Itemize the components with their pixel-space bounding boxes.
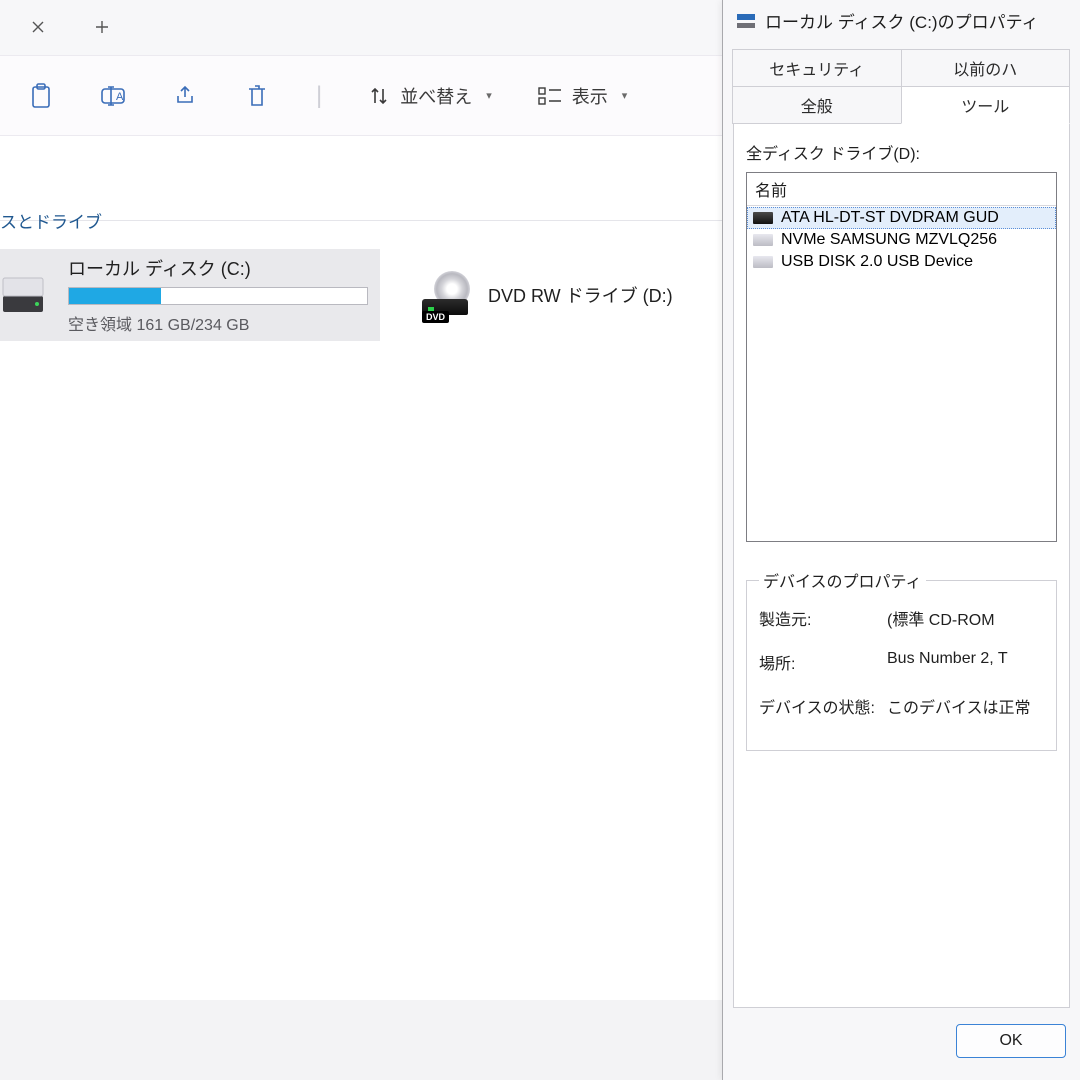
tab-panel: 全ディスク ドライブ(D): 名前 ATA HL-DT-ST DVDRAM GU… xyxy=(733,124,1070,1008)
drive-mini-icon xyxy=(753,256,773,268)
sort-icon xyxy=(368,85,390,107)
dialog-buttons: OK xyxy=(723,1008,1080,1080)
drive-free-space: 空き領域 161 GB/234 GB xyxy=(68,311,368,335)
paste-icon[interactable] xyxy=(28,83,54,109)
chevron-down-icon: ▾ xyxy=(622,89,628,102)
tab-general[interactable]: 全般 xyxy=(732,86,902,124)
drive-name: DVD RW ドライブ (D:) xyxy=(488,282,673,308)
list-item-label: NVMe SAMSUNG MZVLQ256 xyxy=(781,231,997,249)
status-row: デバイスの状態: このデバイスは正常 xyxy=(759,694,1044,718)
device-properties-group: デバイスのプロパティ 製造元: (標準 CD-ROM 場所: Bus Numbe… xyxy=(746,568,1057,751)
drive-icon xyxy=(737,14,755,28)
manufacturer-value: (標準 CD-ROM xyxy=(887,606,1044,630)
dvd-drive-icon: DVD xyxy=(420,269,472,321)
dialog-title: ローカル ディスク (C:)のプロパティ xyxy=(765,8,1039,33)
group-title: デバイスのプロパティ xyxy=(759,568,926,592)
share-icon[interactable] xyxy=(172,83,198,109)
svg-text:A: A xyxy=(116,91,124,103)
dialog-tabs: セキュリティ 以前のハ 全般 ツール xyxy=(723,39,1080,124)
tab-previous-versions[interactable]: 以前のハ xyxy=(901,49,1071,87)
view-label: 表示 xyxy=(572,83,608,109)
sort-label: 並べ替え xyxy=(400,83,472,109)
device-listbox[interactable]: 名前 ATA HL-DT-ST DVDRAM GUD NVMe SAMSUNG … xyxy=(746,172,1057,542)
delete-icon[interactable] xyxy=(244,83,270,109)
status-value: このデバイスは正常 xyxy=(887,694,1044,718)
list-item[interactable]: USB DISK 2.0 USB Device xyxy=(747,251,1056,273)
status-key: デバイスの状態: xyxy=(759,694,887,718)
drive-local-disk-c[interactable]: ローカル ディスク (C:) 空き領域 161 GB/234 GB xyxy=(0,249,380,341)
hard-drive-icon xyxy=(0,269,52,321)
list-item[interactable]: NVMe SAMSUNG MZVLQ256 xyxy=(747,229,1056,251)
chevron-down-icon: ▾ xyxy=(486,89,492,102)
manufacturer-key: 製造元: xyxy=(759,606,887,630)
list-item-label: ATA HL-DT-ST DVDRAM GUD xyxy=(781,209,999,227)
list-item[interactable]: ATA HL-DT-ST DVDRAM GUD xyxy=(747,207,1056,229)
drive-dvd-rw[interactable]: DVD DVD RW ドライブ (D:) xyxy=(420,249,685,341)
drive-name: ローカル ディスク (C:) xyxy=(68,255,368,281)
properties-dialog: ローカル ディスク (C:)のプロパティ セキュリティ 以前のハ 全般 ツール … xyxy=(722,0,1080,1080)
location-key: 場所: xyxy=(759,650,887,674)
disk-drives-label: 全ディスク ドライブ(D): xyxy=(746,140,1057,164)
rename-icon[interactable]: A xyxy=(100,83,126,109)
list-item-label: USB DISK 2.0 USB Device xyxy=(781,253,973,271)
ok-button[interactable]: OK xyxy=(956,1024,1066,1058)
toolbar-separator: | xyxy=(316,82,322,110)
dialog-titlebar[interactable]: ローカル ディスク (C:)のプロパティ xyxy=(723,0,1080,39)
sort-menu[interactable]: 並べ替え ▾ xyxy=(368,83,492,109)
new-tab-button[interactable] xyxy=(88,13,116,41)
location-value: Bus Number 2, T xyxy=(887,650,1044,674)
tab-security[interactable]: セキュリティ xyxy=(732,49,902,87)
view-menu[interactable]: 表示 ▾ xyxy=(538,83,628,109)
tab-tools[interactable]: ツール xyxy=(901,86,1071,124)
drive-mini-icon xyxy=(753,212,773,224)
drive-mini-icon xyxy=(753,234,773,246)
list-column-header[interactable]: 名前 xyxy=(747,173,1056,206)
manufacturer-row: 製造元: (標準 CD-ROM xyxy=(759,606,1044,630)
tab-close-button[interactable] xyxy=(24,13,52,41)
view-icon xyxy=(538,87,562,105)
drive-usage-bar xyxy=(68,287,368,305)
location-row: 場所: Bus Number 2, T xyxy=(759,650,1044,674)
